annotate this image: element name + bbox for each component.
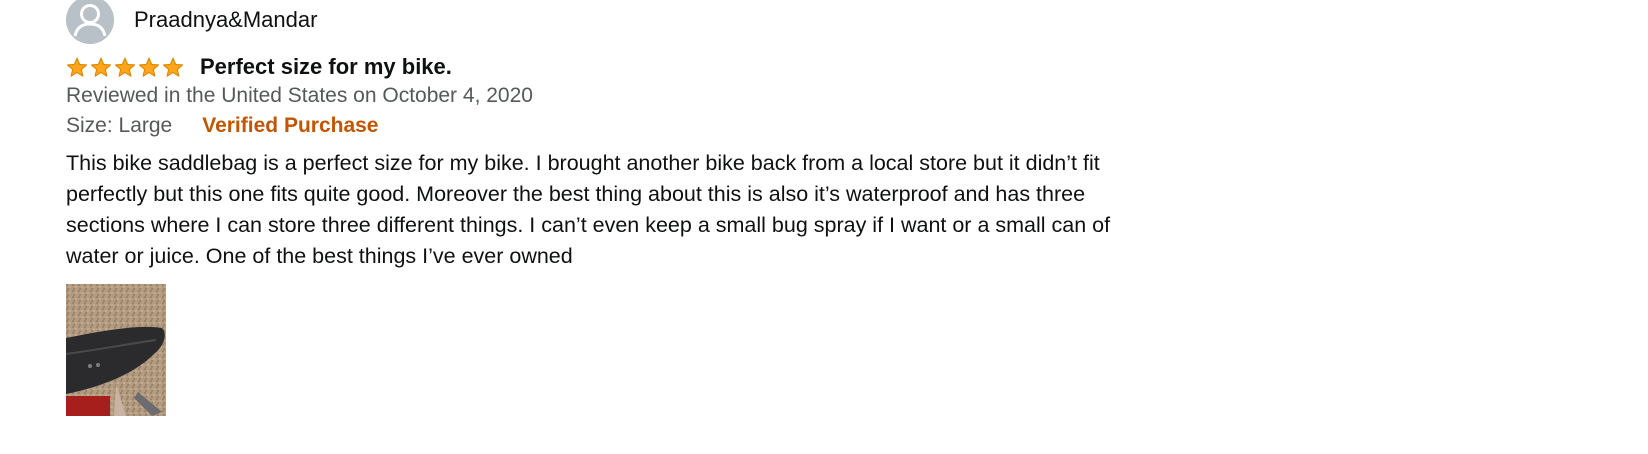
size-variant[interactable]: Size: Large [66,114,172,138]
verified-purchase-badge: Verified Purchase [202,114,379,137]
review-body: This bike saddlebag is a perfect size fo… [66,151,1111,268]
star-icon [114,57,136,78]
review-title-row: Perfect size for my bike. [66,54,452,80]
star-icon [138,57,160,78]
reviewer-name[interactable]: Praadnya&Mandar [134,7,317,33]
reviewer-profile[interactable]: Praadnya&Mandar [66,0,317,44]
star-icon [90,57,112,78]
review-meta: Size: Large Verified Purchase [66,114,379,138]
star-rating[interactable] [66,57,184,78]
star-icon [66,57,88,78]
review-date: Reviewed in the United States on October… [66,84,533,107]
review-photo-thumbnail[interactable] [66,284,166,416]
user-avatar-icon[interactable] [66,0,114,44]
star-icon [162,57,184,78]
review-title[interactable]: Perfect size for my bike. [200,54,452,80]
